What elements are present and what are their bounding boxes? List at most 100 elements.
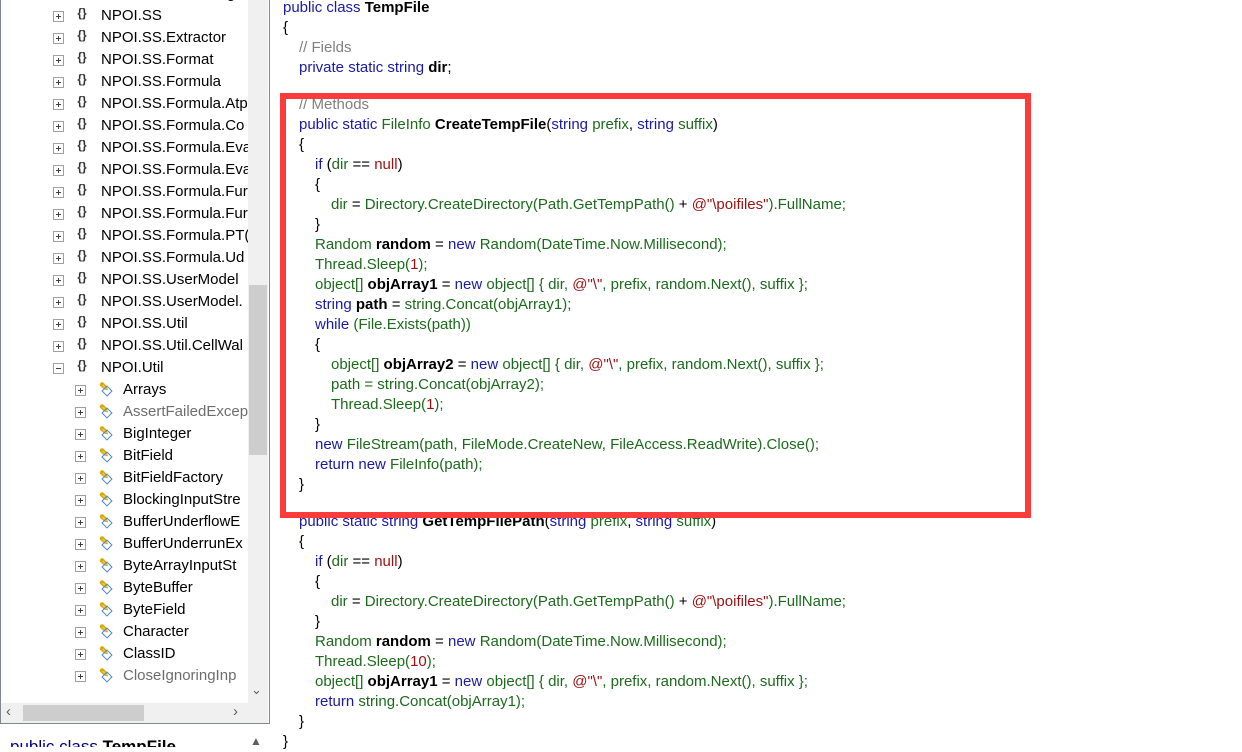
code-token: { [283,19,289,36]
scroll-up-icon[interactable]: ▲ [250,734,262,747]
tree-item[interactable]: {} NPOI.SS.Util.CellWal [1,335,248,357]
expand-icon[interactable] [53,143,64,154]
namespace-icon: {} [77,226,87,240]
namespace-icon: {} [77,314,87,328]
tree-item[interactable]: {} NPOI.SS [1,5,248,27]
expand-icon[interactable] [75,649,86,660]
keyword: public class [10,737,103,747]
tree-item[interactable]: {} NPOI.SS.Formula.Eva [1,137,248,159]
namespace-icon: {} [77,292,87,306]
expand-icon[interactable] [53,187,64,198]
expand-icon[interactable] [53,275,64,286]
expand-icon[interactable] [75,451,86,462]
expand-icon[interactable] [75,517,86,528]
tree-item[interactable]: ✎ BufferUnderflowE [1,511,248,533]
code-token: Random(DateTime.Now.Millisecond); [479,633,727,650]
tree-item[interactable]: {} NPOI.SS.Formula.Fur [1,203,248,225]
code-token: = [453,356,471,373]
tree-item[interactable]: ✎ BitField [1,445,248,467]
code-token: Directory.CreateDirectory(Path.GetTempPa… [364,196,679,213]
code-line: while (File.Exists(path)) [283,315,1233,335]
expand-icon[interactable] [75,627,86,638]
tree-item[interactable]: {} NPOI.SS.UserModel [1,269,248,291]
expand-icon[interactable] [53,11,64,22]
tree-item[interactable]: {} NPOI.SS.Format [1,49,248,71]
expand-icon[interactable] [53,319,64,330]
class-icon: ✎ [95,446,113,460]
tree-item[interactable]: ✎ BigInteger [1,423,248,445]
tree-item[interactable]: {} NPOI.Util [1,357,248,379]
expand-icon[interactable] [75,407,86,418]
expand-icon[interactable] [53,165,64,176]
code-token: object[] { dir, [486,673,573,690]
tree-item[interactable]: ✎ BufferUnderrunEx [1,533,248,555]
code-token: null [374,156,398,173]
tree-item[interactable]: {} NPOI.SS.Formula.Atp [1,93,248,115]
code-token: public static [299,513,382,530]
scroll-down-icon[interactable]: ⌄ [251,682,262,698]
tree-item[interactable]: ✎ CloseIgnoringInp [1,665,248,687]
tree-item[interactable]: {} NPOI.SS.Formula.Ud [1,247,248,269]
expand-icon[interactable] [53,77,64,88]
expand-icon[interactable] [75,605,86,616]
expand-icon[interactable] [53,33,64,44]
code-line: { [283,175,1233,195]
expand-icon[interactable] [53,341,64,352]
expand-icon[interactable] [53,55,64,66]
code-token: string [637,116,679,133]
expand-icon[interactable] [75,539,86,550]
expand-icon[interactable] [75,561,86,572]
tree-item[interactable]: ✎ ByteArrayInputSt [1,555,248,577]
tree-item[interactable]: {} NPOI.SS.Formula.Co [1,115,248,137]
expand-icon[interactable] [53,231,64,242]
scrollbar-thumb[interactable] [249,285,267,455]
tree-item[interactable]: {} NPOI.SS.Formula.Fur [1,181,248,203]
tree-item[interactable]: {} NPOI.SS.Formula.Eva [1,159,248,181]
tree-item[interactable]: {} NPOI.SS.Util [1,313,248,335]
scroll-left-icon[interactable]: ‹ [6,703,11,720]
tree-item[interactable]: {} NPOI.SS.UserModel. [1,291,248,313]
code-token: == [348,156,375,173]
expand-icon[interactable] [75,495,86,506]
code-line: if (dir == null) [283,552,1233,572]
tree-item[interactable]: ✎ Character [1,621,248,643]
tree-item[interactable]: {} NPOI.SS.Formula.PT( [1,225,248,247]
code-token: ).FullName; [768,196,846,213]
expand-icon[interactable] [75,583,86,594]
tree-item[interactable]: {} NPOI.SS.Extractor [1,27,248,49]
tree-item[interactable]: ✎ BitFieldFactory [1,467,248,489]
code-line: dir = Directory.CreateDirectory(Path.Get… [283,592,1233,612]
tree-item-label: Character [123,623,189,640]
code-token: , prefix, random.Next(), suffix }; [602,276,808,293]
expand-icon[interactable] [53,99,64,110]
tree-item[interactable]: ✎ BlockingInputStre [1,489,248,511]
code-token: null [374,553,398,570]
tree-item-label: BufferUnderrunEx [123,535,243,552]
tree-item-label: NPOI.SS.Formula.Eva [101,139,248,156]
expand-icon[interactable] [53,121,64,132]
expand-icon[interactable] [53,297,64,308]
expand-icon[interactable] [53,253,64,264]
tree-horizontal-scrollbar[interactable]: ‹ › [1,703,248,723]
code-view[interactable]: public class TempFile{// Fields private s… [283,0,1233,752]
code-token: == [348,553,375,570]
code-token: if [315,156,327,173]
tree-item-label: NPOI.SS.Extractor [101,29,227,46]
tree-vertical-scrollbar[interactable]: ⌄ [248,0,268,704]
tree-item[interactable]: ✎ ByteField [1,599,248,621]
tree-item[interactable]: ✎ AssertFailedExcep [1,401,248,423]
scroll-right-icon[interactable]: › [233,703,238,720]
collapse-icon[interactable] [53,363,64,374]
tree-view[interactable]: {} NPOI.POIFS.Storage {} NPOI.SS {} NPOI.SS.E… [1,0,248,705]
expand-icon[interactable] [75,473,86,484]
expand-icon[interactable] [75,385,86,396]
tree-item[interactable]: ✎ ByteBuffer [1,577,248,599]
tree-item[interactable]: ✎ ClassID [1,643,248,665]
code-line: object[] objArray1 = new object[] { dir,… [283,275,1233,295]
tree-item[interactable]: {} NPOI.SS.Formula [1,71,248,93]
expand-icon[interactable] [53,209,64,220]
tree-item[interactable]: ✎ Arrays [1,379,248,401]
scrollbar-thumb[interactable] [23,705,144,721]
expand-icon[interactable] [75,671,86,682]
expand-icon[interactable] [75,429,86,440]
